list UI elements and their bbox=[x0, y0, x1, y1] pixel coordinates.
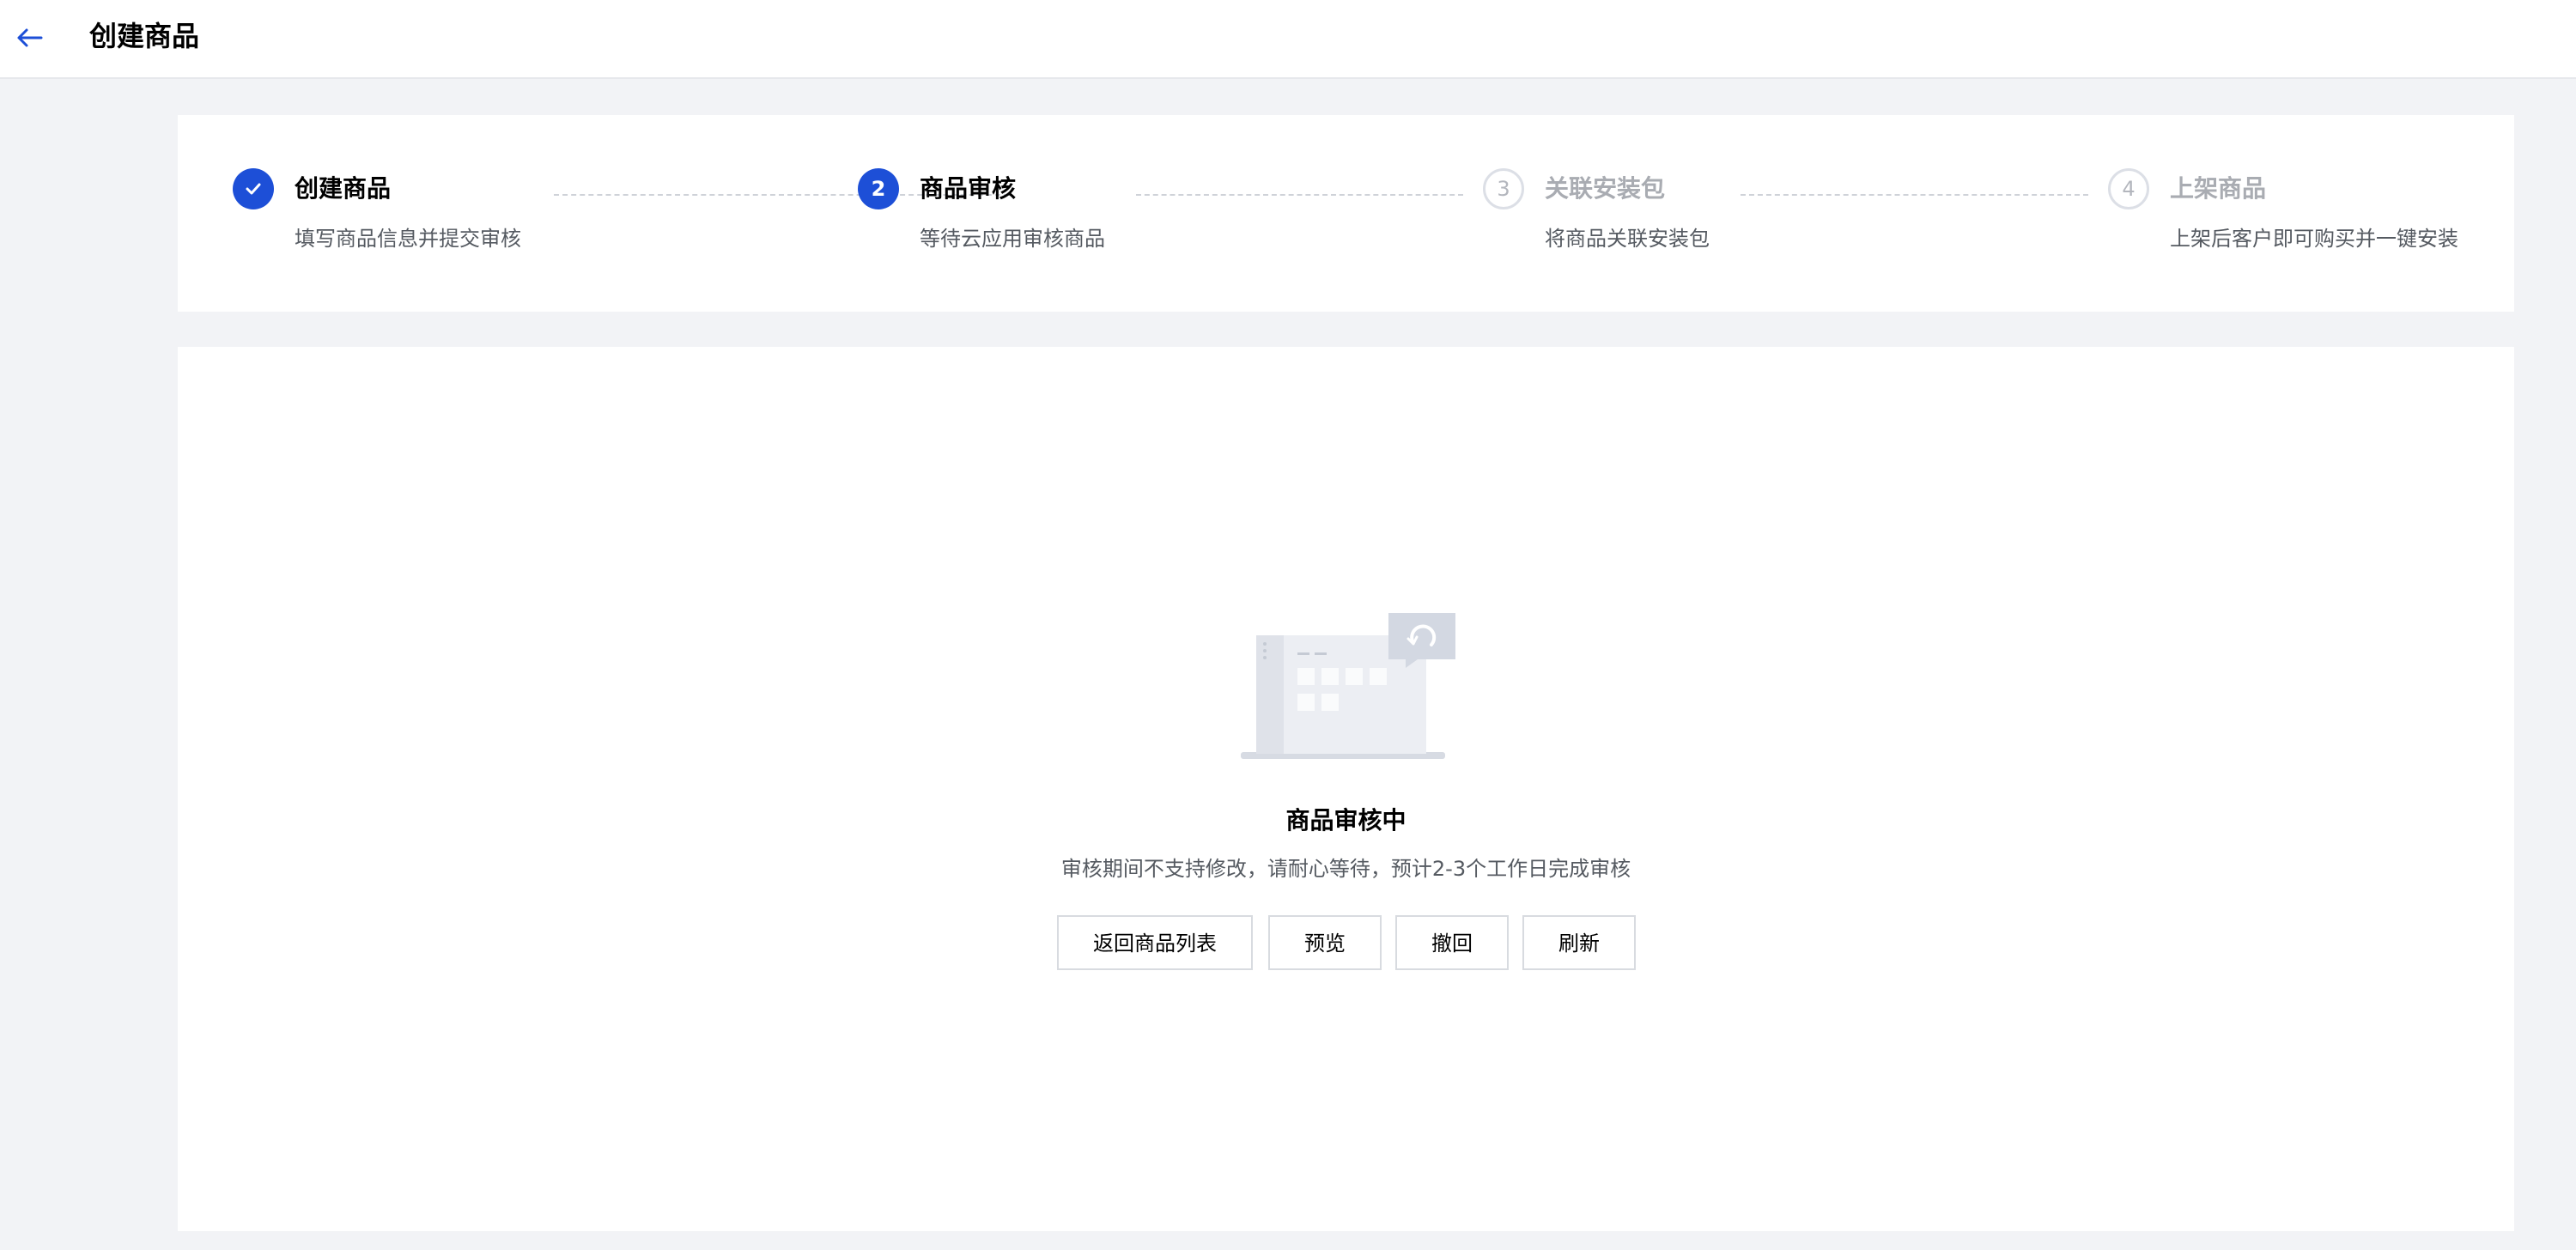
review-pending-illustration bbox=[1241, 613, 1455, 768]
step-2-description: 等待云应用审核商品 bbox=[920, 227, 1105, 251]
top-bar: 创建商品 bbox=[0, 0, 2576, 79]
step-4-indicator: 4 bbox=[2108, 168, 2149, 209]
refresh-button[interactable]: 刷新 bbox=[1522, 915, 1636, 970]
page-title: 创建商品 bbox=[89, 20, 200, 52]
step-connector bbox=[1136, 194, 1463, 196]
review-status-title: 商品审核中 bbox=[1285, 806, 1406, 834]
step-3-description: 将商品关联安装包 bbox=[1545, 227, 1710, 251]
check-icon bbox=[246, 183, 261, 195]
back-button[interactable] bbox=[12, 21, 46, 55]
step-1-description: 填写商品信息并提交审核 bbox=[295, 227, 521, 251]
step-1-indicator bbox=[233, 168, 274, 209]
step-connector bbox=[1741, 194, 2088, 196]
steps-progress: 创建商品 填写商品信息并提交审核 2 商品审核 等待云应用审核商品 3 关联安装… bbox=[178, 115, 2514, 312]
back-to-list-button[interactable]: 返回商品列表 bbox=[1057, 915, 1253, 970]
step-4-title: 上架商品 bbox=[2170, 174, 2267, 203]
step-2-indicator: 2 bbox=[858, 168, 899, 209]
step-2-title: 商品审核 bbox=[920, 174, 1017, 203]
withdraw-button[interactable]: 撤回 bbox=[1395, 915, 1509, 970]
step-3-title: 关联安装包 bbox=[1545, 174, 1666, 203]
review-status-description: 审核期间不支持修改，请耐心等待，预计2-3个工作日完成审核 bbox=[1060, 857, 1631, 881]
arrow-left-icon[interactable] bbox=[12, 21, 46, 55]
preview-button[interactable]: 预览 bbox=[1268, 915, 1382, 970]
review-status-panel: 商品审核中 审核期间不支持修改，请耐心等待，预计2-3个工作日完成审核 返回商品… bbox=[178, 347, 2514, 1231]
step-1-title: 创建商品 bbox=[295, 174, 392, 203]
step-3-indicator: 3 bbox=[1483, 168, 1524, 209]
step-4-description: 上架后客户即可购买并一键安装 bbox=[2170, 227, 2458, 251]
